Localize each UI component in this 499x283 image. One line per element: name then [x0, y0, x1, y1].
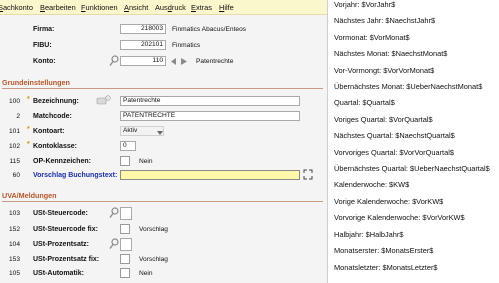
placeholder-item[interactable]: Vorjahr: $VorJahr$: [334, 0, 395, 10]
menu-text: achkonto: [2, 3, 33, 12]
matchcode-input[interactable]: PATENTRECHTE: [120, 111, 300, 121]
menu-bearbeiten[interactable]: Bearbeiten: [40, 3, 76, 12]
menu-text: nsicht: [128, 3, 149, 12]
menu-extras[interactable]: Extras: [191, 3, 212, 12]
fibu-description: Finmatics: [172, 42, 201, 49]
menu-text: Aus: [155, 3, 168, 12]
field-number: 103: [8, 210, 20, 217]
menu-text: ilfe: [224, 3, 234, 12]
matchcode-label: Matchcode:: [33, 113, 72, 120]
kontoart-selected-value: Aktiv: [123, 127, 138, 134]
vorschlag-buchungstext-label: Vorschlag Buchungstext:: [33, 172, 118, 179]
placeholder-item[interactable]: Voriges Quartal: $VorQuartal$: [334, 115, 433, 125]
kontoklasse-label: Kontoklasse:: [33, 143, 77, 150]
chevron-down-icon[interactable]: [157, 129, 163, 138]
required-marker-icon: *: [27, 96, 30, 103]
konto-field[interactable]: 110: [120, 56, 166, 66]
placeholder-item[interactable]: Nächstes Jahr: $NaechstJahr$: [334, 16, 435, 26]
placeholder-item[interactable]: Nächstes Quartal: $NaechstQuartal$: [334, 131, 455, 141]
firma-label: Firma:: [33, 26, 55, 33]
menu-hilfe[interactable]: Hilfe: [219, 3, 234, 12]
section-title-uva-meldungen: UVA/Meldungen: [2, 191, 57, 200]
ust-prozentsatz-label: USt-Prozentsatz:: [33, 241, 90, 248]
required-marker-icon: *: [27, 141, 30, 148]
expand-icon[interactable]: [303, 169, 313, 182]
firma-description: Finmatics Abacus/Enteos: [172, 26, 247, 33]
next-arrow-icon[interactable]: [181, 58, 187, 67]
menu-sachkonto[interactable]: Sachkonto: [0, 3, 33, 12]
ust-steuercode-fix-check-label: Vorschlag: [139, 226, 168, 233]
field-number: 101: [8, 128, 20, 135]
ust-prozentsatz-fix-label: USt-Prozentsatz fix:: [33, 256, 100, 263]
menu-ansicht[interactable]: Ansicht: [124, 3, 148, 12]
field-number: 102: [8, 143, 20, 150]
field-number: 105: [8, 270, 20, 277]
ust-automatik-label: USt-Automatik:: [33, 270, 84, 277]
ust-steuercode-fix-checkbox[interactable]: [120, 224, 130, 234]
bezeichnung-input[interactable]: Patentrechte: [120, 96, 300, 106]
opkennzeichen-checkbox[interactable]: [120, 156, 130, 166]
placeholder-item[interactable]: Vorvoriges Quartal: $VorVorQuartal$: [334, 148, 454, 158]
required-marker-icon: *: [27, 126, 30, 133]
placeholder-item[interactable]: Vormonat: $VorMonat$: [334, 33, 410, 43]
menu-text: unktionen: [85, 3, 118, 12]
bezeichnung-label: Bezeichnung:: [33, 98, 79, 105]
section-divider: [2, 201, 323, 202]
menu-text: xtras: [195, 3, 212, 12]
kontoklasse-input[interactable]: 0: [120, 141, 136, 151]
field-number: 2: [16, 113, 20, 120]
ust-steuercode-fix-label: USt-Steuercode fix:: [33, 226, 98, 233]
placeholder-item[interactable]: Vor-Vormongt: $VorVorMonat$: [334, 66, 434, 76]
ust-prozentsatz-fix-checkbox[interactable]: [120, 254, 130, 264]
field-number: 115: [9, 158, 20, 165]
placeholder-item[interactable]: Übernächstes Monat: $UeberNaechstMonat$: [334, 82, 482, 92]
menu-ausdruck[interactable]: Ausdruck: [155, 3, 186, 12]
ust-steuercode-input[interactable]: [120, 207, 132, 220]
vorschlag-buchungstext-input[interactable]: [120, 170, 300, 180]
menu-text: earbeiten: [44, 3, 76, 12]
section-divider: [2, 88, 323, 89]
ust-prozentsatz-fix-check-label: Vorschlag: [139, 256, 168, 263]
section-title-grundeinstellungen: Grundeinstellungen: [2, 78, 70, 87]
account-window: Sachkonto Bearbeiten Funktionen Ansicht …: [0, 0, 328, 283]
opkennzeichen-label: OP-Kennzeichen:: [33, 158, 91, 165]
field-number: 100: [8, 98, 20, 105]
menu-funktionen[interactable]: Funktionen: [81, 3, 118, 12]
ust-steuercode-label: USt-Steuercode:: [33, 210, 88, 217]
field-number: 153: [8, 256, 20, 263]
magnifier-icon[interactable]: [109, 55, 119, 69]
field-number: 104: [8, 241, 20, 248]
field-number: 152: [8, 226, 20, 233]
firma-field[interactable]: 218003: [120, 24, 166, 34]
magnifier-icon[interactable]: [109, 207, 119, 221]
ust-automatik-check-label: Nein: [139, 270, 153, 277]
field-number: 60: [12, 172, 20, 179]
placeholder-item[interactable]: Halbjahr: $HalbJahr$: [334, 230, 403, 240]
prev-arrow-icon[interactable]: [171, 58, 177, 67]
translate-icon[interactable]: [96, 95, 112, 108]
konto-label: Konto:: [33, 58, 56, 65]
fibu-label: FIBU:: [33, 42, 52, 49]
placeholder-item[interactable]: Vorige Kalenderwoche: $VorKW$: [334, 197, 443, 207]
menubar: Sachkonto Bearbeiten Funktionen Ansicht …: [0, 0, 327, 15]
magnifier-icon[interactable]: [109, 238, 119, 252]
placeholder-item[interactable]: Nächstes Monat: $NaechstMonat$: [334, 49, 447, 59]
menu-text: ruck: [171, 3, 186, 12]
placeholder-item[interactable]: Übernächstes Quartal: $UeberNaechstQuart…: [334, 164, 490, 174]
ust-automatik-checkbox[interactable]: [120, 268, 130, 278]
kontoart-label: Kontoart:: [33, 128, 65, 135]
placeholder-item[interactable]: Vorvorige Kalenderwoche: $VorVorKW$: [334, 213, 465, 223]
opkennzeichen-check-label: Nein: [139, 158, 153, 165]
fibu-field[interactable]: 202101: [120, 40, 166, 50]
konto-description: Patentrechte: [196, 58, 234, 65]
placeholder-item[interactable]: Quartal: $Quartal$: [334, 98, 395, 108]
placeholder-item[interactable]: Monatsletzter: $MonatsLetzter$: [334, 263, 438, 273]
placeholder-item[interactable]: Kalenderwoche: $KW$: [334, 180, 409, 190]
placeholder-item[interactable]: Monatserster: $MonatsErster$: [334, 246, 433, 256]
ust-prozentsatz-input[interactable]: [120, 238, 132, 251]
placeholder-list-panel: Vorjahr: $VorJahr$ Nächstes Jahr: $Naech…: [329, 0, 499, 283]
